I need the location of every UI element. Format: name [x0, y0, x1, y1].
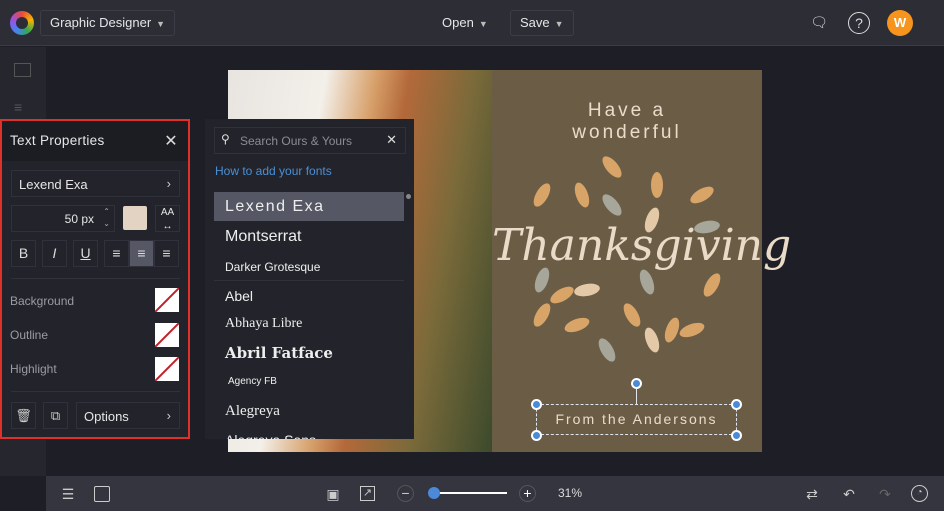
font-search-input[interactable]: ⚲ Search Ours & Yours ✕	[214, 127, 406, 154]
fit-screen-icon[interactable]: ▣	[323, 484, 343, 504]
project-type-button[interactable]: Graphic Designer ▼	[40, 10, 176, 36]
project-label: Graphic Designer	[50, 15, 152, 30]
save-button[interactable]: Save ▼	[510, 10, 574, 36]
clear-search-icon[interactable]: ✕	[386, 132, 397, 148]
font-option[interactable]: Abril Fatface	[214, 339, 404, 367]
how-to-add-fonts-link[interactable]: How to add your fonts	[215, 164, 332, 178]
open-label: Open	[442, 15, 474, 30]
outline-color-swatch[interactable]	[155, 323, 179, 347]
card-footer-text[interactable]: From the Andersons	[537, 405, 736, 434]
chevron-down-icon: ▼	[156, 19, 166, 29]
avatar[interactable]: W	[887, 10, 913, 36]
bottom-toolbar: ☰ ▣ ↗ − + 31% ⇄ ↶ ↷ ◔	[46, 476, 944, 511]
zoom-in-button[interactable]: +	[519, 485, 536, 502]
highlight-label: Highlight	[10, 362, 57, 376]
open-button[interactable]: Open ▼	[432, 10, 498, 36]
font-option[interactable]: Alegreya Sans	[214, 426, 404, 439]
italic-button[interactable]: I	[42, 240, 67, 267]
thanksgiving-card[interactable]: Have a wonderful Thanksgiving From the An…	[492, 70, 791, 452]
close-icon[interactable]: ✕	[164, 131, 178, 151]
panel-title: Text Properties	[10, 133, 105, 148]
outline-label: Outline	[10, 328, 49, 342]
font-option[interactable]: Lexend Exa	[214, 192, 404, 221]
zoom-slider-track[interactable]	[430, 492, 507, 494]
size-stepper[interactable]: ⌃ ⌄	[103, 206, 110, 230]
font-selector[interactable]: Lexend Exa ›	[11, 170, 180, 197]
history-icon[interactable]: ◔	[911, 485, 928, 502]
font-size-input[interactable]: 50 px ⌃ ⌄	[11, 205, 115, 232]
resize-handle[interactable]	[731, 399, 742, 410]
chevron-right-icon: ›	[166, 176, 171, 191]
font-option[interactable]: Abhaya Libre	[214, 310, 404, 338]
font-option[interactable]: Darker Grotesque	[214, 253, 404, 281]
font-option[interactable]: Agency FB	[214, 368, 404, 396]
chevron-down-icon: ▼	[478, 19, 488, 29]
swap-icon[interactable]: ⇄	[802, 484, 822, 504]
comment-icon[interactable]: 🗨	[808, 12, 830, 34]
save-label: Save	[520, 15, 550, 30]
resize-handle[interactable]	[731, 430, 742, 441]
options-label: Options	[84, 409, 129, 424]
app-logo[interactable]	[10, 11, 34, 35]
divider	[11, 391, 180, 392]
help-icon[interactable]: ?	[848, 12, 870, 34]
font-picker: ⚲ Search Ours & Yours ✕ How to add your fo…	[205, 119, 414, 439]
image-icon[interactable]	[14, 63, 31, 77]
text-color-swatch[interactable]	[123, 206, 147, 230]
align-center-button[interactable]: ≡	[129, 240, 154, 267]
chevron-right-icon: ›	[166, 408, 171, 423]
font-option[interactable]: Alegreya	[214, 397, 404, 425]
background-label: Background	[10, 294, 75, 308]
font-name: Lexend Exa	[19, 177, 88, 192]
letter-spacing-button[interactable]: AA ↔	[155, 205, 180, 232]
highlight-color-swatch[interactable]	[155, 357, 179, 381]
resize-handle[interactable]	[531, 399, 542, 410]
rotate-handle-line	[636, 388, 637, 404]
layout-icon[interactable]	[94, 486, 110, 502]
font-size-value: 50 px	[64, 212, 94, 226]
text-properties-panel: Text Properties ✕ Lexend Exa › 50 px ⌃ ⌄ AA ↔…	[0, 119, 190, 439]
scrollbar[interactable]	[406, 194, 411, 199]
card-title[interactable]: Thanksgiving	[492, 220, 791, 271]
selected-text-box[interactable]: From the Andersons	[536, 404, 737, 435]
align-left-button[interactable]: ≡	[104, 240, 129, 267]
chevron-down-icon: ▼	[554, 19, 564, 29]
font-option[interactable]: Montserrat	[214, 223, 404, 251]
layers-icon[interactable]: ☰	[58, 484, 78, 504]
search-icon: ⚲	[221, 132, 230, 146]
rotate-handle[interactable]	[631, 378, 642, 389]
align-right-button[interactable]: ≡	[154, 240, 179, 267]
card-greeting[interactable]: Have a wonderful	[492, 100, 762, 144]
zoom-level: 31%	[558, 486, 583, 500]
zoom-slider-handle[interactable]	[427, 487, 440, 499]
font-option[interactable]: Abel	[214, 282, 404, 310]
redo-icon[interactable]: ↷	[875, 484, 895, 504]
underline-button[interactable]: U	[73, 240, 98, 267]
resize-handle[interactable]	[531, 430, 542, 441]
expand-icon[interactable]: ↗	[360, 486, 375, 501]
divider	[11, 278, 180, 279]
sliders-icon[interactable]: ≡	[14, 99, 22, 115]
zoom-out-button[interactable]: −	[397, 485, 414, 502]
bold-button[interactable]: B	[11, 240, 36, 267]
duplicate-icon[interactable]: ⧉	[43, 402, 68, 429]
undo-icon[interactable]: ↶	[839, 484, 859, 504]
options-button[interactable]: Options ›	[76, 402, 180, 429]
background-color-swatch[interactable]	[155, 288, 179, 312]
trash-icon[interactable]: 🗑	[11, 402, 36, 429]
top-bar: Graphic Designer ▼ Open ▼ Save ▼ 🗨 ? W	[0, 0, 944, 46]
